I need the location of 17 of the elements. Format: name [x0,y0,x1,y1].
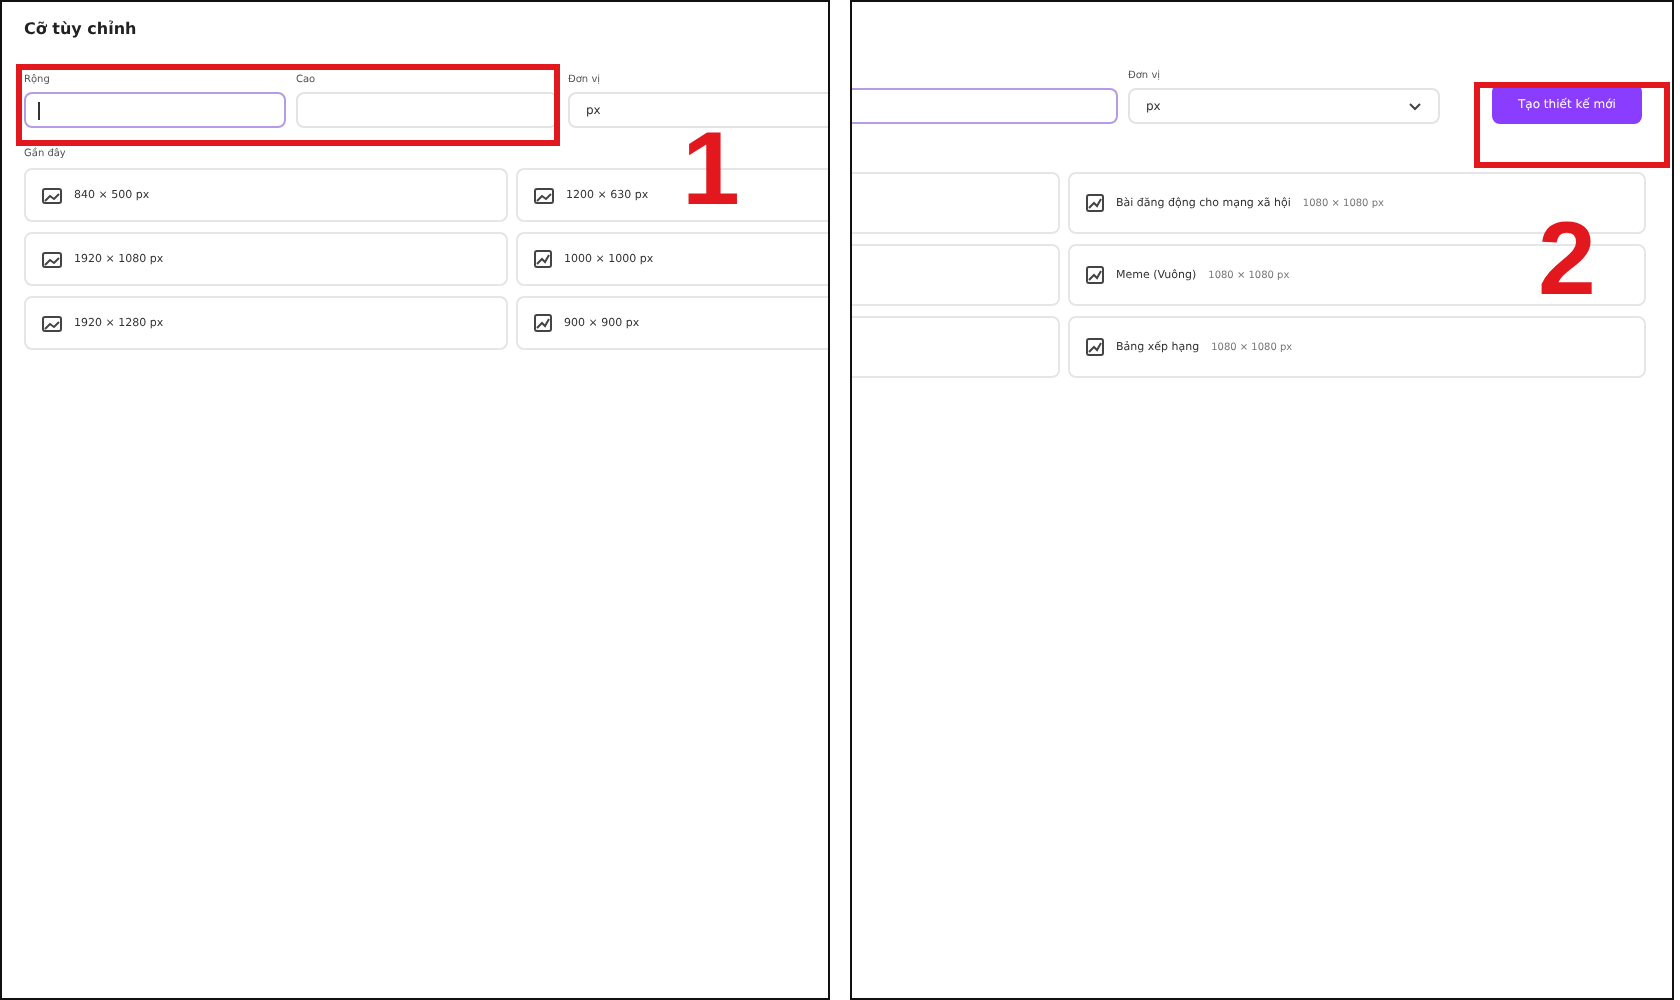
chevron-down-icon [1408,101,1422,111]
image-icon [42,251,62,267]
template-card[interactable] [852,172,1060,234]
template-card[interactable] [852,244,1060,306]
image-icon [534,250,552,268]
template-card[interactable] [852,316,1060,378]
image-icon [1086,266,1104,284]
image-icon [534,187,554,203]
dialog-title: Cỡ tùy chỉnh [24,20,139,38]
image-icon [42,315,62,331]
image-icon [534,314,552,332]
image-icon [42,187,62,203]
text-cursor [38,101,40,119]
image-icon [1086,338,1104,356]
input-field[interactable] [852,88,1118,124]
input-field[interactable] [24,92,286,128]
image-icon [1086,194,1104,212]
